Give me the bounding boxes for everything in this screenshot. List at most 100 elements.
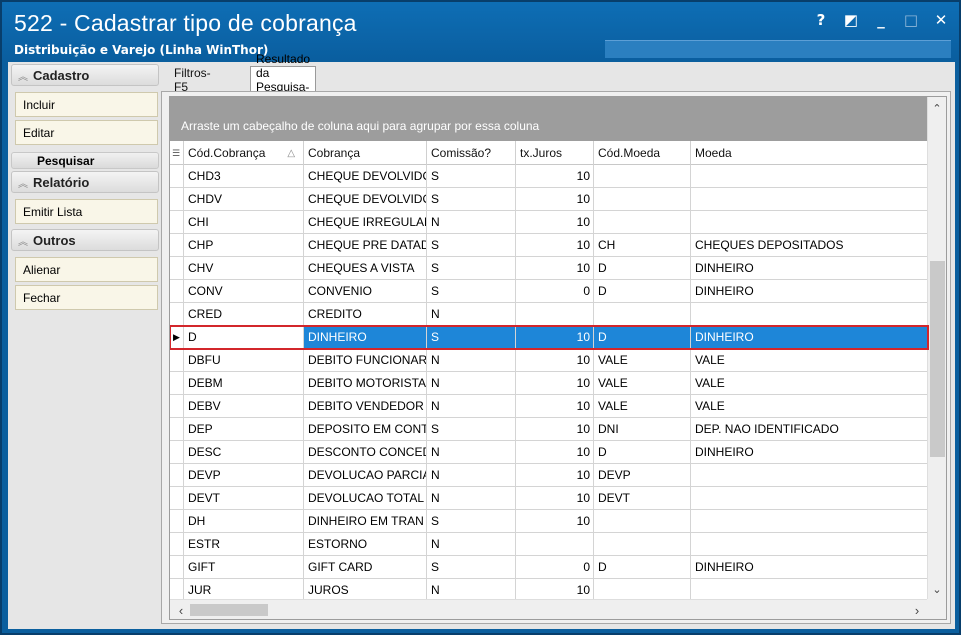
cell-cod-cobranca[interactable]: GIFT: [184, 556, 304, 578]
cell-cobranca[interactable]: DEBITO FUNCIONAR: [304, 349, 427, 371]
cell-moeda[interactable]: [691, 579, 928, 601]
cell-tx-juros[interactable]: [516, 533, 594, 555]
cell-cod-moeda[interactable]: D: [594, 257, 691, 279]
cell-moeda[interactable]: [691, 464, 928, 486]
cell-cod-moeda[interactable]: VALE: [594, 372, 691, 394]
row-indicator[interactable]: [170, 188, 184, 210]
table-row[interactable]: CHI CHEQUE IRREGULAR N 10: [170, 211, 928, 234]
cell-tx-juros[interactable]: 10: [516, 234, 594, 256]
vertical-scrollbar[interactable]: ⌃ ⌄: [927, 97, 946, 600]
cell-comissao[interactable]: N: [427, 372, 516, 394]
cell-cobranca[interactable]: CHEQUE DEVOLVIDO: [304, 165, 427, 187]
cell-comissao[interactable]: N: [427, 441, 516, 463]
close-icon[interactable]: ✕: [933, 11, 949, 29]
cell-cod-cobranca[interactable]: CHD3: [184, 165, 304, 187]
cell-moeda[interactable]: [691, 188, 928, 210]
cell-tx-juros[interactable]: 10: [516, 257, 594, 279]
row-indicator[interactable]: [170, 556, 184, 578]
cell-moeda[interactable]: [691, 211, 928, 233]
table-row[interactable]: DEVP DEVOLUCAO PARCIA N 10 DEVP: [170, 464, 928, 487]
cell-tx-juros[interactable]: 10: [516, 349, 594, 371]
cell-comissao[interactable]: N: [427, 211, 516, 233]
cell-moeda[interactable]: [691, 533, 928, 555]
table-row[interactable]: CHP CHEQUE PRE DATAD S 10 CH CHEQUES DEPOSITA…: [170, 234, 928, 257]
cell-cod-moeda[interactable]: D: [594, 441, 691, 463]
column-header-cod-moeda[interactable]: Cód.Moeda: [594, 141, 691, 165]
cell-cobranca[interactable]: CHEQUE IRREGULAR: [304, 211, 427, 233]
cell-moeda[interactable]: VALE: [691, 395, 928, 417]
cell-moeda[interactable]: VALE: [691, 372, 928, 394]
cell-tx-juros[interactable]: 10: [516, 165, 594, 187]
cell-tx-juros[interactable]: 10: [516, 395, 594, 417]
column-header-comissao[interactable]: Comissão?: [427, 141, 516, 165]
table-row[interactable]: DEBV DEBITO VENDEDOR N 10 VALE VALE: [170, 395, 928, 418]
cell-cod-moeda[interactable]: D: [594, 326, 691, 348]
row-indicator[interactable]: [170, 257, 184, 279]
horizontal-scroll-thumb[interactable]: [190, 604, 268, 616]
group-header-relatorio[interactable]: ︽ Relatório: [11, 171, 159, 193]
scroll-up-icon[interactable]: ⌃: [928, 99, 946, 117]
row-indicator[interactable]: [170, 418, 184, 440]
alienar-button[interactable]: Alienar: [15, 257, 158, 282]
table-row[interactable]: DEP DEPOSITO EM CONT S 10 DNI DEP. NAO IDENTI…: [170, 418, 928, 441]
cell-cobranca[interactable]: ESTORNO: [304, 533, 427, 555]
cell-moeda[interactable]: DINHEIRO: [691, 280, 928, 302]
cell-cod-moeda[interactable]: [594, 533, 691, 555]
cell-cod-cobranca[interactable]: DESC: [184, 441, 304, 463]
cell-cod-cobranca[interactable]: CHDV: [184, 188, 304, 210]
cell-tx-juros[interactable]: 10: [516, 510, 594, 532]
cell-comissao[interactable]: N: [427, 487, 516, 509]
cell-cod-cobranca[interactable]: DEVT: [184, 487, 304, 509]
cell-cobranca[interactable]: DINHEIRO EM TRAN: [304, 510, 427, 532]
cell-cod-cobranca[interactable]: CONV: [184, 280, 304, 302]
cell-moeda[interactable]: CHEQUES DEPOSITADOS: [691, 234, 928, 256]
horizontal-scrollbar[interactable]: ‹ ›: [170, 599, 928, 619]
cell-cod-moeda[interactable]: [594, 188, 691, 210]
cell-cod-moeda[interactable]: [594, 165, 691, 187]
incluir-button[interactable]: Incluir: [15, 92, 158, 117]
row-indicator[interactable]: [170, 510, 184, 532]
cell-comissao[interactable]: S: [427, 188, 516, 210]
cell-tx-juros[interactable]: 10: [516, 441, 594, 463]
row-indicator[interactable]: ▶: [170, 326, 184, 348]
table-row[interactable]: CHV CHEQUES A VISTA S 10 D DINHEIRO: [170, 257, 928, 280]
maximize-icon[interactable]: □: [903, 11, 919, 29]
scroll-down-icon[interactable]: ⌄: [928, 580, 946, 598]
cell-comissao[interactable]: S: [427, 234, 516, 256]
row-indicator[interactable]: [170, 487, 184, 509]
help-icon[interactable]: ?: [813, 11, 829, 29]
scroll-left-icon[interactable]: ‹: [172, 600, 190, 619]
cell-comissao[interactable]: N: [427, 533, 516, 555]
cell-cod-cobranca[interactable]: DH: [184, 510, 304, 532]
cell-moeda[interactable]: [691, 510, 928, 532]
cell-moeda[interactable]: DINHEIRO: [691, 326, 928, 348]
cell-cod-cobranca[interactable]: DEP: [184, 418, 304, 440]
cell-comissao[interactable]: S: [427, 280, 516, 302]
cell-cod-moeda[interactable]: DEVT: [594, 487, 691, 509]
cell-moeda[interactable]: DINHEIRO: [691, 257, 928, 279]
cell-cod-moeda[interactable]: [594, 211, 691, 233]
cell-comissao[interactable]: N: [427, 464, 516, 486]
cell-moeda[interactable]: VALE: [691, 349, 928, 371]
editar-button[interactable]: Editar: [15, 120, 158, 145]
cell-cobranca[interactable]: DEPOSITO EM CONT: [304, 418, 427, 440]
cell-cobranca[interactable]: CONVENIO: [304, 280, 427, 302]
tab-filtros[interactable]: Filtros-F5: [168, 66, 217, 94]
cell-cod-cobranca[interactable]: ESTR: [184, 533, 304, 555]
cell-cod-moeda[interactable]: [594, 579, 691, 601]
cell-cod-moeda[interactable]: VALE: [594, 395, 691, 417]
cell-comissao[interactable]: S: [427, 165, 516, 187]
cell-cod-moeda[interactable]: [594, 510, 691, 532]
cell-tx-juros[interactable]: 10: [516, 464, 594, 486]
cell-cod-moeda[interactable]: DNI: [594, 418, 691, 440]
tab-resultado[interactable]: Resultado da Pesquisa-F6: [250, 52, 317, 108]
emitir-lista-button[interactable]: Emitir Lista: [15, 199, 158, 224]
cell-cod-moeda[interactable]: D: [594, 556, 691, 578]
cell-cod-cobranca[interactable]: D: [184, 326, 304, 348]
row-indicator[interactable]: [170, 165, 184, 187]
cell-comissao[interactable]: N: [427, 303, 516, 325]
row-indicator[interactable]: [170, 464, 184, 486]
cell-cod-moeda[interactable]: [594, 303, 691, 325]
cell-moeda[interactable]: DINHEIRO: [691, 441, 928, 463]
cell-cobranca[interactable]: GIFT CARD: [304, 556, 427, 578]
